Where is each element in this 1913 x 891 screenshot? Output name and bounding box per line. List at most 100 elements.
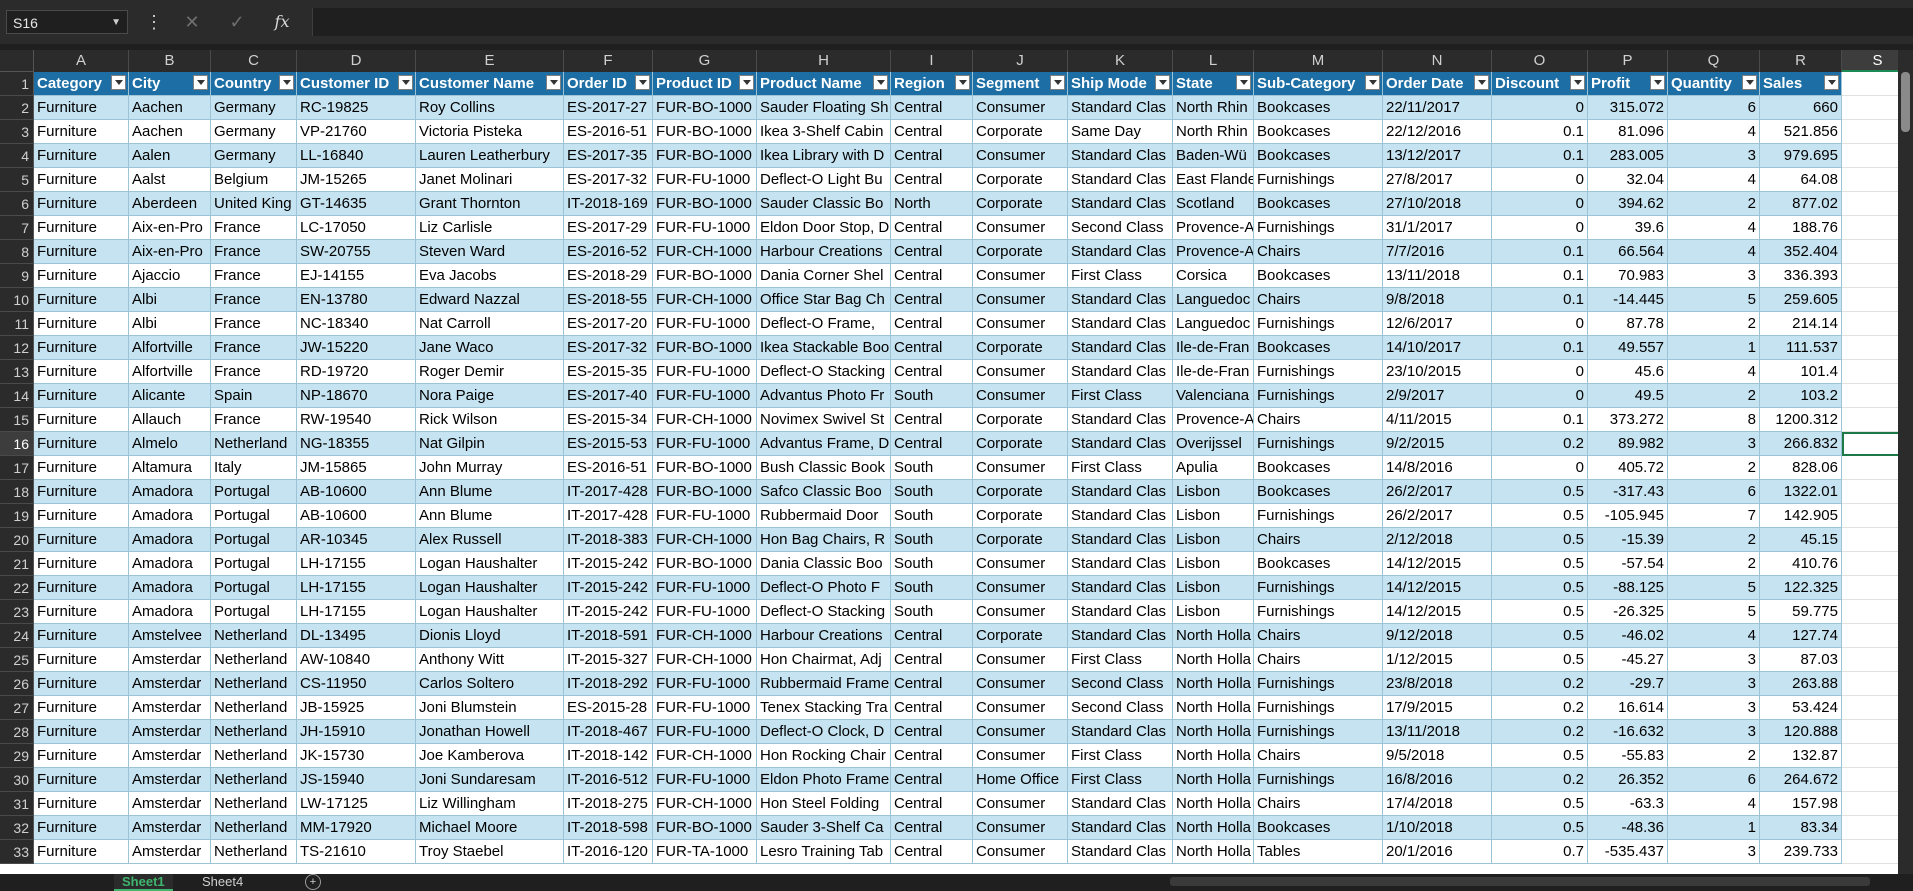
table-cell[interactable]: France <box>211 216 297 240</box>
header-cell[interactable]: Country <box>211 72 297 96</box>
filter-dropdown-icon[interactable] <box>546 75 561 90</box>
table-cell[interactable]: Consumer <box>973 600 1068 624</box>
table-cell[interactable]: Ann Blume <box>416 480 564 504</box>
function-icon[interactable]: fx <box>270 10 294 34</box>
table-cell[interactable]: JM-15865 <box>297 456 416 480</box>
table-cell[interactable]: 83.34 <box>1760 816 1842 840</box>
table-cell[interactable]: 3 <box>1668 432 1760 456</box>
table-cell[interactable]: NC-18340 <box>297 312 416 336</box>
table-cell[interactable]: Edward Nazzal <box>416 288 564 312</box>
table-cell[interactable]: Hon Rocking Chair <box>757 744 891 768</box>
table-cell[interactable]: 45.6 <box>1588 360 1668 384</box>
table-cell[interactable]: Furnishings <box>1254 576 1383 600</box>
table-cell[interactable]: Furniture <box>34 408 129 432</box>
table-cell[interactable]: Furniture <box>34 528 129 552</box>
table-cell[interactable]: 3 <box>1668 264 1760 288</box>
table-cell[interactable]: FUR-FU-1000 <box>653 216 757 240</box>
table-cell[interactable]: 352.404 <box>1760 240 1842 264</box>
column-header-d[interactable]: D <box>297 50 416 72</box>
table-cell[interactable]: ES-2016-52 <box>564 240 653 264</box>
table-cell[interactable]: Consumer <box>973 696 1068 720</box>
table-cell[interactable]: IT-2018-169 <box>564 192 653 216</box>
table-cell[interactable]: FUR-FU-1000 <box>653 432 757 456</box>
row-header[interactable]: 32 <box>0 816 34 840</box>
table-cell[interactable]: Central <box>891 672 973 696</box>
table-cell[interactable]: FUR-CH-1000 <box>653 408 757 432</box>
table-cell[interactable]: Second Class <box>1068 696 1173 720</box>
table-cell[interactable]: Central <box>891 696 973 720</box>
table-cell[interactable]: Netherland <box>211 792 297 816</box>
table-cell[interactable]: 23/10/2015 <box>1383 360 1492 384</box>
header-cell[interactable]: Segment <box>973 72 1068 96</box>
row-header[interactable]: 14 <box>0 384 34 408</box>
table-cell[interactable]: Albi <box>129 288 211 312</box>
table-cell[interactable]: Furnishings <box>1254 168 1383 192</box>
table-cell[interactable]: Amsterdar <box>129 744 211 768</box>
table-cell[interactable]: Allauch <box>129 408 211 432</box>
table-cell[interactable]: 27/10/2018 <box>1383 192 1492 216</box>
table-cell[interactable]: Logan Haushalter <box>416 552 564 576</box>
table-cell[interactable]: FUR-CH-1000 <box>653 624 757 648</box>
table-cell[interactable]: 0.2 <box>1492 672 1588 696</box>
table-cell[interactable]: Ile-de-Fran <box>1173 336 1254 360</box>
active-cell[interactable] <box>1842 432 1898 456</box>
table-cell[interactable]: Consumer <box>973 288 1068 312</box>
table-cell[interactable]: Furniture <box>34 144 129 168</box>
filter-dropdown-icon[interactable] <box>1236 75 1251 90</box>
table-cell[interactable]: Netherland <box>211 768 297 792</box>
table-cell[interactable]: VP-21760 <box>297 120 416 144</box>
table-cell[interactable]: 283.005 <box>1588 144 1668 168</box>
table-cell[interactable]: 31/1/2017 <box>1383 216 1492 240</box>
table-cell[interactable]: South <box>891 600 973 624</box>
table-cell[interactable]: Germany <box>211 144 297 168</box>
table-cell[interactable]: Janet Molinari <box>416 168 564 192</box>
table-cell[interactable]: Provence-A <box>1173 216 1254 240</box>
column-header-b[interactable]: B <box>129 50 211 72</box>
table-cell[interactable]: Portugal <box>211 504 297 528</box>
table-cell[interactable]: North Rhin <box>1173 96 1254 120</box>
table-cell[interactable]: FUR-BO-1000 <box>653 264 757 288</box>
column-header-o[interactable]: O <box>1492 50 1588 72</box>
table-cell[interactable]: South <box>891 528 973 552</box>
table-cell[interactable]: 2 <box>1668 456 1760 480</box>
table-cell[interactable]: Central <box>891 264 973 288</box>
table-cell[interactable]: France <box>211 408 297 432</box>
table-cell[interactable]: Furniture <box>34 504 129 528</box>
row-header[interactable]: 3 <box>0 120 34 144</box>
table-cell[interactable]: Central <box>891 816 973 840</box>
table-cell[interactable]: ES-2016-51 <box>564 456 653 480</box>
row-header[interactable]: 33 <box>0 840 34 864</box>
table-cell[interactable]: Standard Clas <box>1068 144 1173 168</box>
table-cell[interactable]: 4 <box>1668 168 1760 192</box>
table-cell[interactable]: JS-15940 <box>297 768 416 792</box>
filter-dropdown-icon[interactable] <box>635 75 650 90</box>
header-cell[interactable]: City <box>129 72 211 96</box>
table-cell[interactable]: 59.775 <box>1760 600 1842 624</box>
row-header[interactable]: 4 <box>0 144 34 168</box>
table-cell[interactable]: ES-2018-55 <box>564 288 653 312</box>
table-cell[interactable]: Furnishings <box>1254 312 1383 336</box>
table-cell[interactable]: 6 <box>1668 768 1760 792</box>
row-header[interactable]: 18 <box>0 480 34 504</box>
filter-dropdown-icon[interactable] <box>1570 75 1585 90</box>
table-cell[interactable]: Hon Steel Folding <box>757 792 891 816</box>
row-header[interactable]: 17 <box>0 456 34 480</box>
table-cell[interactable]: Standard Clas <box>1068 792 1173 816</box>
table-cell[interactable]: -88.125 <box>1588 576 1668 600</box>
table-cell[interactable]: Standard Clas <box>1068 480 1173 504</box>
check-icon[interactable]: ✓ <box>225 10 249 34</box>
table-cell[interactable]: France <box>211 336 297 360</box>
table-cell[interactable]: Amsterdar <box>129 840 211 864</box>
table-cell[interactable]: IT-2018-467 <box>564 720 653 744</box>
table-cell[interactable]: 315.072 <box>1588 96 1668 120</box>
table-cell[interactable]: AB-10600 <box>297 504 416 528</box>
table-cell[interactable]: 3 <box>1668 144 1760 168</box>
table-cell[interactable]: First Class <box>1068 384 1173 408</box>
table-cell[interactable]: Central <box>891 360 973 384</box>
table-cell[interactable]: Central <box>891 120 973 144</box>
table-cell[interactable]: Chairs <box>1254 240 1383 264</box>
table-cell[interactable]: IT-2015-242 <box>564 576 653 600</box>
table-cell[interactable]: 9/5/2018 <box>1383 744 1492 768</box>
table-cell[interactable]: Eva Jacobs <box>416 264 564 288</box>
empty-cell[interactable] <box>1842 168 1898 192</box>
